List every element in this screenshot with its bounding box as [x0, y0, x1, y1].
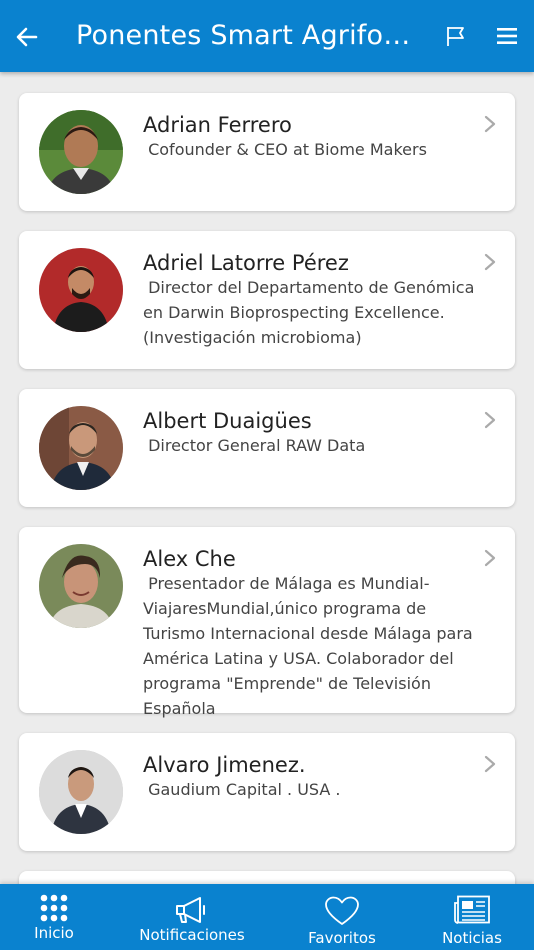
nav-noticias[interactable]: Noticias [432, 884, 512, 950]
back-arrow-icon[interactable] [14, 24, 40, 50]
chevron-right-icon [484, 549, 496, 567]
speaker-avatar [39, 248, 123, 332]
speaker-role: Director del Departamento de Genómica en… [143, 278, 480, 347]
chevron-right-icon [484, 115, 496, 133]
speaker-name: Alex Che [143, 547, 236, 571]
nav-favoritos[interactable]: Favoritos [300, 884, 384, 950]
speaker-name: Adriel Latorre Pérez [143, 251, 349, 275]
page-title: Ponentes Smart Agrifood ... [76, 20, 416, 51]
nav-label: Notificaciones [139, 926, 245, 944]
speaker-card[interactable]: Alvaro Jimenez. Gaudium Capital . USA . [19, 733, 515, 851]
speaker-card[interactable]: Adrian Ferrero Cofounder & CEO at Biome … [19, 93, 515, 211]
heart-icon [325, 896, 359, 925]
chevron-right-icon [484, 755, 496, 773]
newspaper-icon [454, 895, 490, 924]
speaker-avatar [39, 406, 123, 490]
nav-label: Inicio [34, 924, 74, 942]
speaker-role: Presentador de Málaga es Mundial-Viajare… [143, 574, 478, 718]
nav-label: Noticias [442, 929, 502, 947]
chevron-right-icon [484, 411, 496, 429]
speaker-card[interactable]: Adriel Latorre Pérez Director del Depart… [19, 231, 515, 369]
speaker-list[interactable]: Adrian Ferrero Cofounder & CEO at Biome … [0, 72, 534, 884]
speaker-name: Adrian Ferrero [143, 113, 292, 137]
speaker-avatar [39, 750, 123, 834]
bottom-nav: Inicio Notificaciones Favoritos Noticias [0, 884, 534, 950]
grid-icon [40, 894, 68, 922]
megaphone-icon [176, 897, 205, 923]
nav-notificaciones[interactable]: Notificaciones [136, 884, 248, 950]
speaker-card-partial[interactable] [19, 871, 515, 884]
hamburger-menu-icon[interactable] [496, 26, 518, 46]
speaker-role: Gaudium Capital . USA . [143, 780, 341, 799]
app-header: Ponentes Smart Agrifood ... [0, 0, 534, 72]
speaker-card[interactable]: Albert Duaigües Director General RAW Dat… [19, 389, 515, 507]
speaker-name: Alvaro Jimenez. [143, 753, 306, 777]
flag-icon[interactable] [444, 24, 468, 48]
speaker-name: Albert Duaigües [143, 409, 312, 433]
speaker-role: Director General RAW Data [143, 436, 366, 455]
speaker-card[interactable]: Alex Che Presentador de Málaga es Mundia… [19, 527, 515, 718]
nav-inicio[interactable]: Inicio [14, 884, 94, 950]
speaker-avatar [39, 544, 123, 628]
nav-label: Favoritos [308, 929, 376, 947]
speaker-role: Cofounder & CEO at Biome Makers [143, 140, 427, 159]
app-screen: Ponentes Smart Agrifood ... Adrian Ferre… [0, 0, 534, 950]
speaker-avatar [39, 110, 123, 194]
chevron-right-icon [484, 253, 496, 271]
